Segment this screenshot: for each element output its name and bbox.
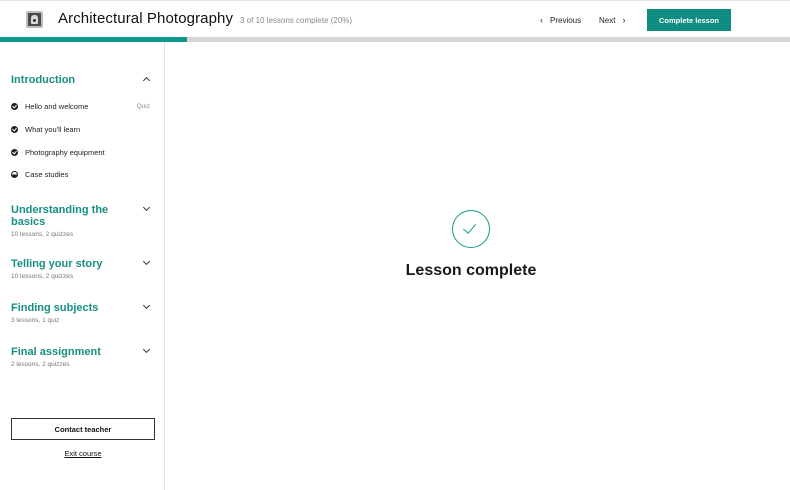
complete-lesson-button[interactable]: Complete lesson (647, 9, 731, 31)
check-icon (11, 148, 18, 156)
chevron-right-icon: › (622, 15, 626, 25)
half-circle-icon (11, 170, 18, 178)
lesson-label: What you'll learn (25, 124, 81, 134)
lesson-label: Hello and welcome (25, 101, 89, 111)
camera-icon (26, 11, 43, 28)
section-meta: 10 lessons, 2 quizzes (11, 273, 74, 280)
progress-text: 3 of 10 lessons complete (20%) (240, 16, 353, 25)
lesson-label: Photography equipment (25, 147, 105, 157)
chevron-down-icon[interactable] (141, 258, 151, 268)
section-understanding-the-basics[interactable]: Understanding the basics 10 lessons, 2 q… (11, 204, 155, 238)
section-title: Telling your story (11, 258, 103, 270)
section-title: Final assignment (11, 346, 101, 358)
contact-teacher-button[interactable]: Contact teacher (11, 418, 155, 440)
section-meta: 3 lessons, 1 quiz (11, 317, 60, 324)
lesson-item-photography-equipment[interactable]: Photography equipment (11, 146, 150, 158)
section-title: Introduction (11, 74, 76, 86)
section-final-assignment[interactable]: Final assignment 2 lessons, 2 quizzes (11, 346, 155, 368)
section-title: Understanding the basics (11, 204, 109, 228)
section-introduction[interactable]: Introduction (11, 74, 155, 86)
chevron-down-icon[interactable] (141, 302, 151, 312)
check-icon (11, 102, 18, 110)
lesson-item-what-youll-learn[interactable]: What you'll learn (11, 123, 150, 135)
section-finding-subjects[interactable]: Finding subjects 3 lessons, 1 quiz (11, 302, 155, 324)
next-label: Next (599, 15, 616, 25)
lesson-item-hello-and-welcome[interactable]: Hello and welcome Quiz (11, 100, 150, 112)
lesson-label: Case studies (25, 169, 69, 179)
lesson-complete-heading: Lesson complete (405, 262, 537, 279)
previous-button[interactable]: ‹ Previous (540, 11, 581, 29)
section-meta: 10 lessons, 2 quizzes (11, 231, 74, 238)
lesson-item-case-studies[interactable]: Case studies (11, 168, 150, 180)
lesson-content: Lesson complete (166, 42, 790, 490)
section-meta: 2 lessons, 2 quizzes (11, 361, 70, 368)
check-circle-icon (452, 210, 490, 248)
section-telling-your-story[interactable]: Telling your story 10 lessons, 2 quizzes (11, 258, 155, 280)
next-button[interactable]: Next › (599, 11, 625, 29)
previous-label: Previous (550, 15, 582, 25)
exit-course-link[interactable]: Exit course (11, 449, 155, 458)
chevron-left-icon: ‹ (540, 15, 543, 25)
course-title: Architectural Photography (58, 10, 234, 27)
quiz-tag: Quiz (136, 102, 150, 110)
chevron-up-icon[interactable] (141, 74, 151, 84)
check-icon (11, 125, 18, 133)
chevron-down-icon[interactable] (141, 346, 151, 356)
chevron-down-icon[interactable] (141, 204, 151, 214)
top-bar: Architectural Photography 3 of 10 lesson… (0, 0, 790, 37)
section-title: Finding subjects (11, 302, 99, 314)
